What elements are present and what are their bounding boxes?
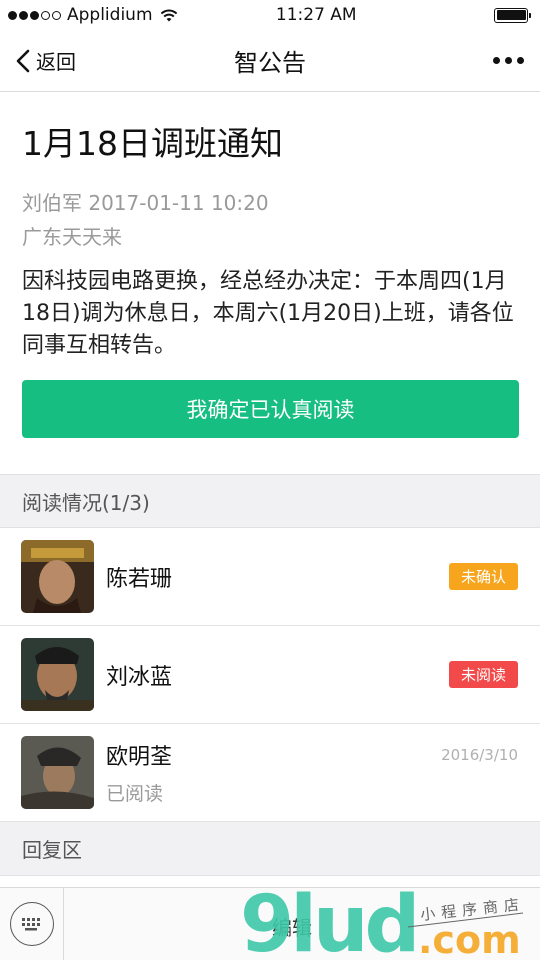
bottom-bar: 编辑 [0,887,540,960]
signal-dots-icon [8,10,61,20]
notice-body: 因科技园电路更换，经总经办决定：于本周四(1月18日)调为休息日，本周六(1月2… [22,269,514,358]
read-date: 2016/3/10 [441,746,518,764]
status-bar: Applidium 11:27 AM [0,0,540,30]
page-title: 智公告 [234,49,306,77]
notice-title: 1月18日调班通知 [22,124,283,163]
row-main: 刘冰蓝 [106,659,449,691]
list-item[interactable]: 刘冰蓝 未阅读 [0,626,540,724]
reply-header: 回复区 [0,822,540,876]
confirm-read-button[interactable]: 我确定已认真阅读 [22,380,519,438]
notice-company: 广东天天来 [22,225,122,249]
keyboard-toggle-button[interactable] [0,888,64,960]
edit-label: 编辑 [272,916,312,940]
notice: 1月18日调班通知 刘伯军 2017-01-11 10:20 广东天天来 因科技… [0,92,540,438]
read-status-header: 阅读情况(1/3) [0,474,540,528]
list-item[interactable]: 欧明荃 已阅读 2016/3/10 [0,724,540,822]
nav-bar: 返回 智公告 [0,30,540,92]
keyboard-icon [9,902,54,946]
back-label: 返回 [36,50,76,74]
clock: 11:27 AM [275,5,357,25]
reader-name: 陈若珊 [106,566,173,592]
edit-area[interactable]: 编辑 [64,888,540,960]
back-button[interactable]: 返回 [16,46,76,75]
list-item[interactable]: 陈若珊 未确认 [0,528,540,626]
avatar [21,736,94,809]
carrier-name: Applidium [67,5,153,25]
status-badge: 未确认 [448,563,518,590]
battery-icon [494,7,531,23]
read-status-section: 阅读情况(1/3) 陈若珊 未确认 刘冰蓝 未阅读 欧明荃 已阅读 2016/3… [0,474,540,876]
row-main: 陈若珊 [106,561,449,593]
chevron-left-icon [16,49,30,72]
notice-author-time: 刘伯军 2017-01-11 10:20 [22,191,269,215]
more-dots-icon[interactable] [493,57,524,64]
avatar [21,638,94,711]
wifi-icon [160,9,177,22]
avatar [21,540,94,613]
status-badge: 未阅读 [448,661,518,688]
reader-status: 已阅读 [106,783,164,805]
notice-meta: 刘伯军 2017-01-11 10:20 广东天天来 [22,186,518,254]
reader-name: 刘冰蓝 [106,664,173,690]
status-bar-left: Applidium [8,5,179,25]
